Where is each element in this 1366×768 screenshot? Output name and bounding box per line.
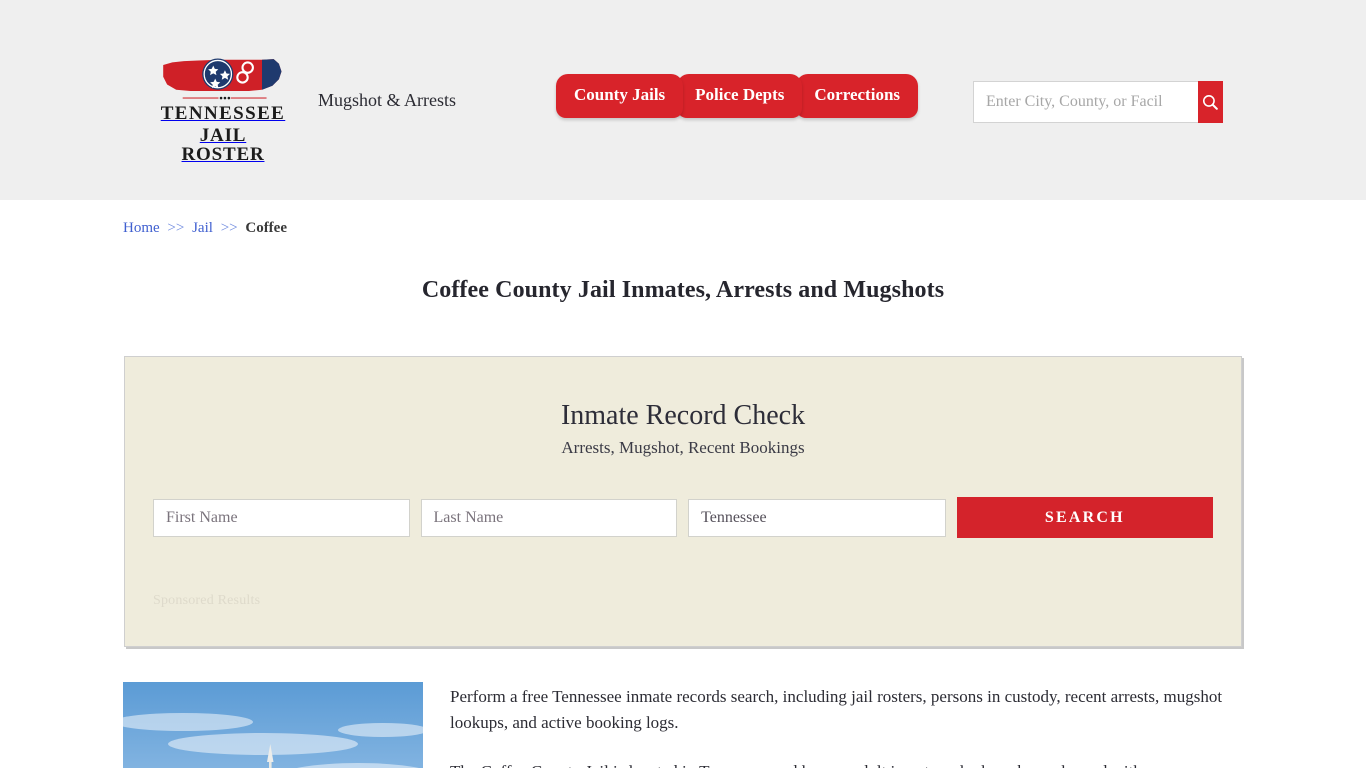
page-title: Coffee County Jail Inmates, Arrests and … [421, 277, 945, 303]
nav-item-county-jails[interactable]: County Jails [556, 74, 684, 118]
site-tagline: Mugshot & Arrests [318, 90, 457, 110]
breadcrumb-home[interactable]: Home [123, 220, 160, 236]
search-icon [1202, 94, 1218, 110]
tennessee-state-flag-handcuffs-icon [163, 58, 282, 100]
breadcrumb-separator-1: >> [167, 220, 185, 236]
main-navigation: County Jails Police Depts Corrections [556, 72, 919, 118]
article-body: Perform a free Tennessee inmate records … [450, 682, 1243, 768]
inmate-search-form: Tennessee SEARCH [153, 497, 1214, 538]
logo-line-2: JAIL ROSTER [181, 125, 265, 165]
sponsored-results-label: Sponsored Results [153, 593, 261, 608]
header-inner: TENNESSEE JAIL ROSTER Mugshot & Arrests … [123, 0, 1243, 200]
breadcrumb: Home >> Jail >> Coffee [123, 200, 1243, 237]
first-name-input[interactable] [153, 498, 410, 537]
widget-title: Inmate Record Check [560, 400, 806, 431]
breadcrumb-separator-2: >> [220, 220, 238, 236]
breadcrumb-jail[interactable]: Jail [192, 220, 213, 236]
header-search-button[interactable] [1198, 81, 1223, 123]
inmate-search-button[interactable]: SEARCH [956, 497, 1214, 538]
state-select[interactable]: Tennessee [688, 498, 946, 537]
last-name-input[interactable] [420, 498, 678, 537]
courthouse-image [123, 682, 423, 768]
page-content: Home >> Jail >> Coffee Coffee County Jai… [123, 200, 1243, 768]
site-logo[interactable]: TENNESSEE JAIL ROSTER [158, 52, 288, 164]
widget-subtitle: Arrests, Mugshot, Recent Bookings [561, 438, 805, 457]
header-search-input[interactable] [973, 81, 1198, 123]
article-section: Perform a free Tennessee inmate records … [123, 682, 1243, 768]
coffee-county-courthouse-photo [123, 682, 423, 768]
nav-item-police-depts[interactable]: Police Depts [677, 74, 803, 118]
site-header: TENNESSEE JAIL ROSTER Mugshot & Arrests … [0, 0, 1366, 200]
header-search-form [973, 81, 1223, 123]
inmate-record-check-widget: Inmate Record Check Arrests, Mugshot, Re… [124, 356, 1242, 647]
logo-wordmark: TENNESSEE JAIL ROSTER [158, 104, 288, 164]
article-paragraph-2: The Coffee County Jail is located in Ten… [450, 759, 1243, 768]
logo-line-1: TENNESSEE [160, 103, 286, 124]
article-paragraph-1: Perform a free Tennessee inmate records … [450, 687, 1223, 733]
breadcrumb-current: Coffee [245, 220, 287, 236]
nav-item-corrections[interactable]: Corrections [796, 74, 919, 118]
